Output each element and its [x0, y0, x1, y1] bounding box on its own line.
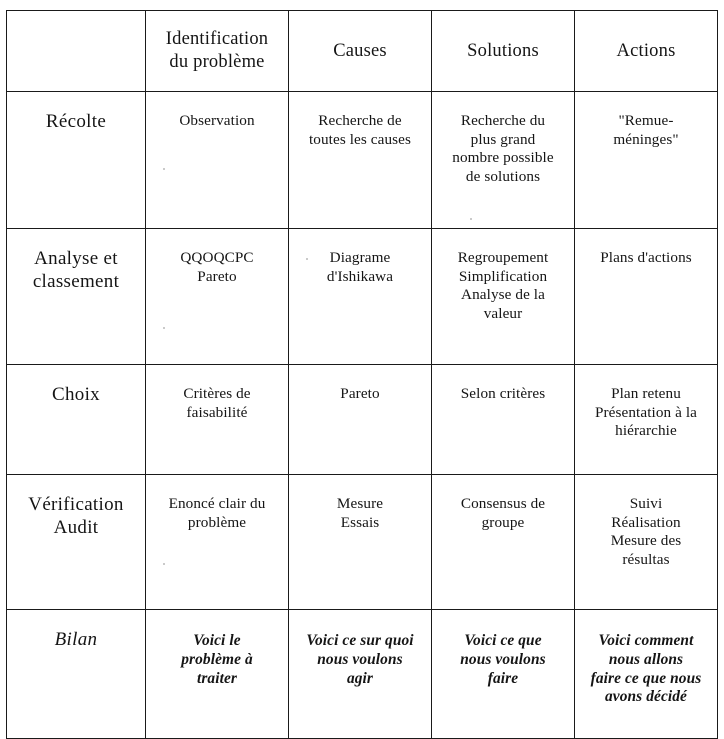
- text-line: agir: [346, 669, 374, 687]
- text-line: hiérarchie: [615, 422, 677, 440]
- text-line: Présentation à la: [594, 403, 698, 421]
- cell-verification-identification: Enoncé clair du problème: [145, 474, 289, 610]
- text-line: "Remue-: [618, 112, 674, 129]
- table-row: Vérification Audit Enoncé clair du problèm…: [6, 474, 718, 610]
- text-line: Solutions: [467, 40, 539, 61]
- text-line: Analyse de la: [461, 286, 545, 304]
- text-line: Récolte: [45, 111, 107, 132]
- row-label-recolte: Récolte: [6, 91, 146, 229]
- text-line: Observation: [179, 112, 255, 129]
- text-line: Selon critères: [460, 385, 546, 402]
- cell-recolte-identification: Observation: [145, 91, 289, 229]
- text-line: résultas: [622, 550, 670, 568]
- text-line: nous allons: [608, 650, 684, 668]
- cell-analyse-actions: Plans d'actions: [574, 228, 718, 365]
- table-header-row: Identification du problème Causes Solutio…: [6, 10, 718, 92]
- table-row: Choix Critères de faisabilité Pareto Selo…: [6, 364, 718, 475]
- text-line: Consensus de: [460, 495, 546, 512]
- text-line: plus grand: [470, 130, 536, 148]
- table-row: Récolte Observation Recherche de toutes l…: [6, 91, 718, 229]
- table-row: Bilan Voici le problème à traiter Voici ce…: [6, 609, 718, 739]
- row-label-verification-audit: Vérification Audit: [6, 474, 146, 610]
- text-line: avons décidé: [605, 688, 687, 706]
- text-line: Recherche du: [460, 112, 546, 129]
- text-line: QQOQCPC: [180, 249, 254, 266]
- column-header-causes: Causes: [288, 10, 432, 92]
- text-line: Plans d'actions: [600, 249, 692, 266]
- text-line: faire: [487, 669, 519, 687]
- text-line: Diagrame: [329, 249, 391, 266]
- text-line: Recherche de: [318, 112, 402, 129]
- cell-bilan-actions: Voici comment nous allons faire ce que nou…: [574, 609, 718, 739]
- text-line: faisabilité: [186, 403, 248, 421]
- column-header-actions: Actions: [574, 10, 718, 92]
- text-line: Voici comment: [598, 632, 694, 649]
- text-line: Réalisation: [611, 513, 681, 531]
- cell-recolte-actions: "Remue-méninges": [574, 91, 718, 229]
- scanned-page: Identification du problème Causes Solutio…: [0, 0, 724, 739]
- cell-recolte-causes: Recherche de toutes les causes: [288, 91, 432, 229]
- cell-recolte-solutions: Recherche du plus grand nombre possible de …: [431, 91, 575, 229]
- text-line: d'Ishikawa: [326, 267, 394, 285]
- table-row: Analyse et classement QQOQCPC Pareto Diagr…: [6, 228, 718, 365]
- text-line: Voici ce que: [464, 632, 542, 649]
- text-line: Causes: [333, 40, 387, 61]
- text-line: Pareto: [197, 267, 237, 285]
- text-line: Simplification: [458, 267, 548, 285]
- text-line: Actions: [616, 40, 676, 61]
- text-line: nombre possible: [452, 149, 554, 167]
- problem-solving-matrix-table: Identification du problème Causes Solutio…: [6, 10, 718, 739]
- text-line: Mesure: [336, 495, 384, 512]
- text-line: de solutions: [465, 167, 541, 185]
- cell-verification-solutions: Consensus de groupe: [431, 474, 575, 610]
- column-header-solutions: Solutions: [431, 10, 575, 92]
- text-line: Bilan: [54, 629, 98, 650]
- cell-choix-solutions: Selon critères: [431, 364, 575, 475]
- text-line: Critères de: [183, 385, 251, 402]
- cell-bilan-causes: Voici ce sur quoi nous voulons agir: [288, 609, 432, 739]
- text-line: problème à: [181, 650, 253, 668]
- cell-verification-actions: Suivi Réalisation Mesure des résultas: [574, 474, 718, 610]
- cell-choix-identification: Critères de faisabilité: [145, 364, 289, 475]
- text-line: Plan retenu: [611, 385, 681, 402]
- cell-choix-actions: Plan retenu Présentation à la hiérarchie: [574, 364, 718, 475]
- row-label-analyse-classement: Analyse et classement: [6, 228, 146, 365]
- text-line: Essais: [340, 513, 380, 531]
- table-body: Identification du problème Causes Solutio…: [6, 10, 718, 739]
- text-line: Voici ce sur quoi: [306, 632, 414, 649]
- row-label-bilan: Bilan: [6, 609, 146, 739]
- text-line: Regroupement: [457, 249, 549, 266]
- text-line: méninges": [613, 130, 679, 148]
- cell-bilan-solutions: Voici ce que nous voulons faire: [431, 609, 575, 739]
- row-label-choix: Choix: [6, 364, 146, 475]
- text-line: faire ce que nous: [590, 669, 702, 687]
- text-line: Analyse et: [34, 248, 118, 269]
- text-line: valeur: [483, 304, 523, 322]
- text-line: problème: [187, 513, 247, 531]
- cell-choix-causes: Pareto: [288, 364, 432, 475]
- text-line: Pareto: [340, 385, 380, 402]
- text-line: Identification: [165, 29, 269, 50]
- column-header-identification: Identification du problème: [145, 10, 289, 92]
- text-line: Enoncé clair du: [168, 495, 266, 512]
- cell-analyse-identification: QQOQCPC Pareto: [145, 228, 289, 365]
- text-line: Choix: [52, 384, 100, 405]
- cell-bilan-identification: Voici le problème à traiter: [145, 609, 289, 739]
- cell-verification-causes: Mesure Essais: [288, 474, 432, 610]
- cell-analyse-solutions: Regroupement Simplification Analyse de la v…: [431, 228, 575, 365]
- text-line: traiter: [196, 669, 238, 687]
- text-line: nous voulons: [317, 650, 403, 668]
- text-line: Suivi: [629, 495, 663, 512]
- text-line: classement: [32, 271, 120, 293]
- corner-cell: [6, 10, 146, 92]
- text-line: toutes les causes: [308, 130, 412, 148]
- text-line: Vérification: [28, 494, 124, 515]
- cell-analyse-causes: Diagrame d'Ishikawa: [288, 228, 432, 365]
- text-line: Audit: [53, 517, 99, 539]
- text-line: Mesure des: [610, 532, 682, 550]
- text-line: groupe: [481, 513, 525, 531]
- text-line: nous voulons: [460, 650, 546, 668]
- text-line: du problème: [169, 52, 265, 72]
- text-line: Voici le: [193, 632, 241, 649]
